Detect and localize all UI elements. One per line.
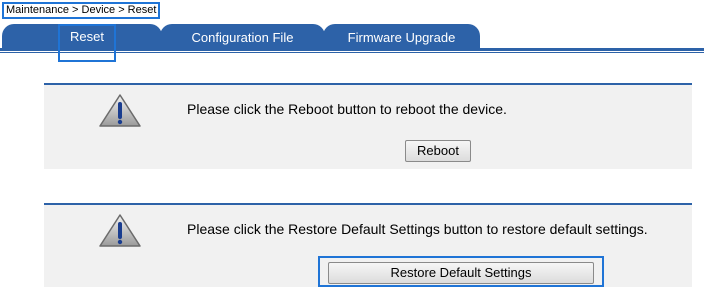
restore-message: Please click the Restore Default Setting… — [187, 221, 648, 237]
reboot-button[interactable]: Reboot — [405, 140, 471, 162]
breadcrumb: Maintenance > Device > Reset — [2, 2, 161, 19]
tab-firmware-upgrade[interactable]: Firmware Upgrade — [323, 24, 480, 51]
tab-reset-label[interactable]: Reset — [58, 24, 116, 62]
restore-button-focus-ring: Restore Default Settings — [318, 256, 604, 287]
reboot-message: Please click the Reboot button to reboot… — [187, 101, 507, 117]
tab-bar: Reset Configuration File Firmware Upgrad… — [0, 19, 704, 62]
restore-panel: Please click the Restore Default Setting… — [44, 203, 692, 287]
reboot-panel: Please click the Reboot button to reboot… — [44, 83, 692, 169]
warning-icon — [99, 214, 141, 247]
restore-default-settings-button[interactable]: Restore Default Settings — [328, 262, 594, 284]
warning-icon — [99, 94, 141, 127]
tab-configuration-file[interactable]: Configuration File — [160, 24, 325, 51]
